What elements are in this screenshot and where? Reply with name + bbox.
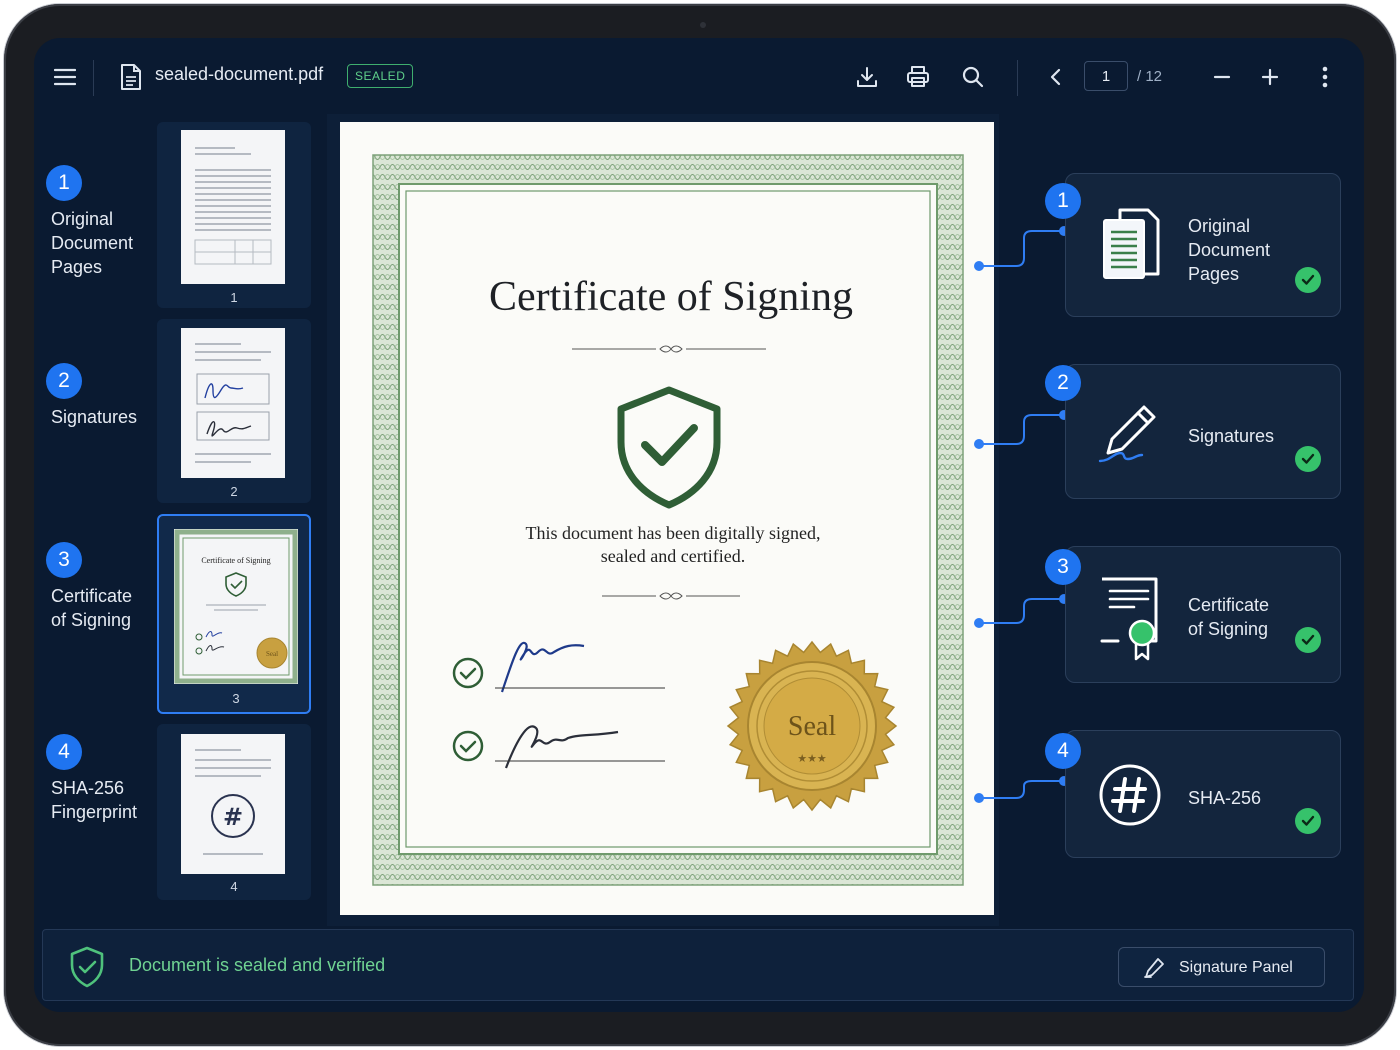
status-message: Document is sealed and verified bbox=[129, 955, 386, 975]
hash-icon bbox=[1098, 763, 1162, 832]
certificate-line-2: sealed and certified. bbox=[601, 546, 745, 566]
card-label: Certificate of Signing bbox=[1188, 595, 1270, 639]
check-icon bbox=[1295, 627, 1321, 653]
seal-stars: ★★★ bbox=[797, 752, 827, 765]
step-label: Certificate of Signing bbox=[51, 586, 133, 630]
thumbnail-page-1[interactable]: 1 bbox=[157, 122, 311, 308]
seal-text: Seal bbox=[788, 711, 836, 742]
toolbar: sealed-document.pdf SEALED / 12 bbox=[34, 38, 1364, 114]
search-icon[interactable] bbox=[955, 59, 991, 95]
step-number: 4 bbox=[46, 734, 82, 770]
certificate-line-1: This document has been digitally signed, bbox=[526, 523, 821, 543]
toolbar-divider bbox=[93, 60, 94, 96]
zoom-out-icon[interactable] bbox=[1204, 59, 1240, 95]
thumbnail-page-number: 4 bbox=[230, 879, 238, 894]
shield-check-icon bbox=[69, 946, 105, 993]
step-number: 2 bbox=[46, 363, 82, 399]
card-label: Signatures bbox=[1188, 426, 1275, 446]
step-label: SHA-256 Fingerprint bbox=[51, 778, 138, 822]
card-sha256[interactable]: SHA-256 bbox=[1065, 730, 1341, 858]
thumbnail-image: Certificate of Signing Seal bbox=[174, 529, 298, 684]
certificate-title: Certificate of Signing bbox=[489, 274, 853, 320]
card-number-badge: 4 bbox=[1045, 733, 1081, 769]
card-label: Original Document Pages bbox=[1188, 216, 1271, 284]
document-page: Certificate of Signing This document has… bbox=[340, 122, 994, 915]
mini-title: Certificate of Signing bbox=[201, 556, 270, 565]
download-icon[interactable] bbox=[849, 59, 885, 95]
thumbnail-page-2[interactable]: 2 bbox=[157, 319, 311, 503]
card-certificate[interactable]: Certificate of Signing bbox=[1065, 546, 1341, 683]
signature-panel-button[interactable]: Signature Panel bbox=[1118, 947, 1325, 987]
print-icon[interactable] bbox=[900, 59, 936, 95]
thumbnail-page-number: 2 bbox=[230, 484, 238, 499]
check-icon bbox=[1295, 446, 1321, 472]
toolbar-divider bbox=[1017, 60, 1018, 96]
camera-dot bbox=[700, 22, 706, 28]
card-original-pages[interactable]: Original Document Pages bbox=[1065, 173, 1341, 317]
thumbnail-image bbox=[181, 130, 285, 284]
thumbnail-image: # bbox=[181, 734, 285, 874]
card-number-badge: 1 bbox=[1045, 183, 1081, 219]
step-label: Signatures bbox=[51, 407, 138, 427]
certificate-icon bbox=[1098, 577, 1162, 668]
documents-icon bbox=[1100, 206, 1164, 289]
card-number-badge: 3 bbox=[1045, 549, 1081, 585]
thumbnail-page-3[interactable]: Certificate of Signing Seal 3 bbox=[157, 514, 311, 714]
mini-seal-text: Seal bbox=[266, 650, 278, 658]
chevron-left-icon[interactable] bbox=[1038, 59, 1074, 95]
page-total: / 12 bbox=[1137, 68, 1163, 85]
step-label: Original Document Pages bbox=[51, 209, 134, 277]
check-icon bbox=[1295, 808, 1321, 834]
file-icon bbox=[113, 59, 149, 95]
card-signatures[interactable]: Signatures bbox=[1065, 364, 1341, 499]
connector-lines bbox=[974, 226, 1069, 803]
thumbnail-image bbox=[181, 328, 285, 478]
step-number: 1 bbox=[46, 165, 82, 201]
sealed-badge: SEALED bbox=[347, 64, 414, 88]
card-label: SHA-256 bbox=[1188, 788, 1262, 808]
page-number-input[interactable] bbox=[1084, 61, 1128, 91]
status-bar: Document is sealed and verified Signatur… bbox=[42, 929, 1354, 1001]
thumbnail-page-number: 3 bbox=[232, 691, 240, 706]
pen-icon bbox=[1143, 957, 1165, 984]
signature-panel-label: Signature Panel bbox=[1179, 959, 1293, 976]
step-number: 3 bbox=[46, 542, 82, 578]
pdf-viewer-screen: sealed-document.pdf SEALED / 12 1 Origin… bbox=[34, 38, 1364, 1012]
thumbnail-page-4[interactable]: # 4 bbox=[157, 724, 311, 900]
card-number-badge: 2 bbox=[1045, 365, 1081, 401]
pen-icon bbox=[1096, 401, 1162, 472]
zoom-in-icon[interactable] bbox=[1252, 59, 1288, 95]
check-icon bbox=[1295, 267, 1321, 293]
thumbnail-page-number: 1 bbox=[230, 290, 238, 305]
more-vertical-icon[interactable] bbox=[1307, 59, 1343, 95]
menu-icon[interactable] bbox=[47, 59, 83, 95]
file-name: sealed-document.pdf bbox=[155, 64, 324, 84]
svg-text:#: # bbox=[223, 803, 243, 831]
